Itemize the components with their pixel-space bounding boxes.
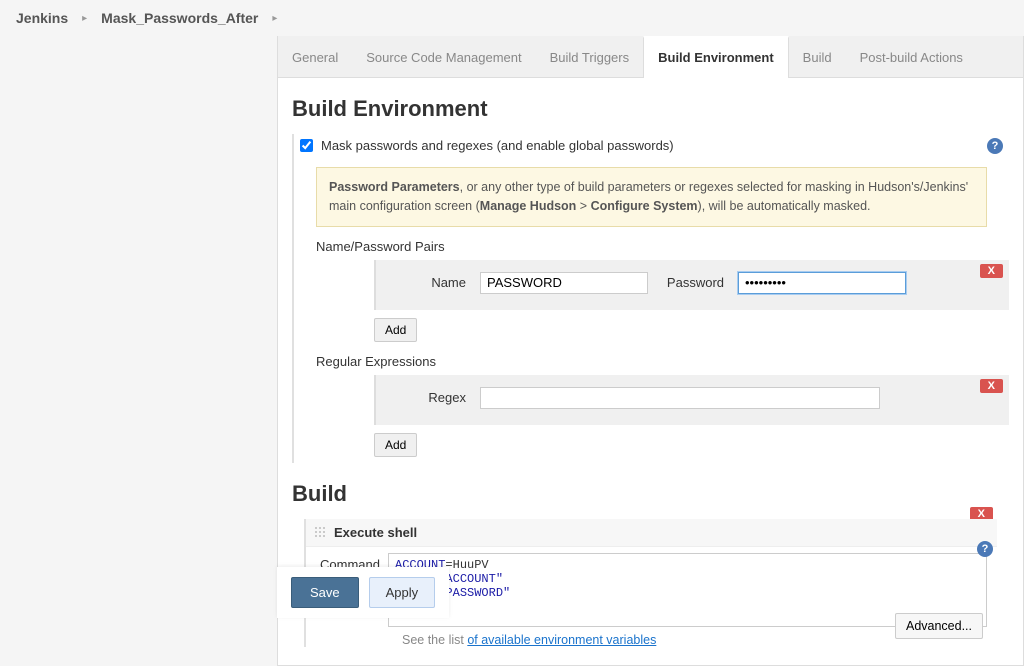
tab-general[interactable]: General [278, 36, 352, 77]
password-field-label: Password [658, 275, 728, 290]
password-input[interactable] [738, 272, 906, 294]
env-vars-link[interactable]: of available environment variables [467, 633, 656, 647]
delete-regex-button[interactable]: X [980, 379, 1003, 393]
help-icon[interactable]: ? [977, 541, 993, 557]
mask-info-box: Password Parameters, or any other type o… [316, 167, 987, 227]
mask-passwords-checkbox[interactable] [300, 139, 313, 152]
build-step-header: Execute shell ? [306, 519, 997, 547]
apply-button[interactable]: Apply [369, 577, 436, 608]
mask-passwords-row: Mask passwords and regexes (and enable g… [294, 134, 1009, 157]
chevron-right-icon: ▸ [272, 13, 277, 24]
delete-pair-button[interactable]: X [980, 264, 1003, 278]
name-field-label: Name [414, 275, 470, 290]
tab-build[interactable]: Build [789, 36, 846, 77]
tab-triggers[interactable]: Build Triggers [536, 36, 643, 77]
name-password-pair: X Name Password [374, 260, 1009, 310]
footer-actions: Save Apply [277, 567, 449, 618]
breadcrumb: Jenkins ▸ Mask_Passwords_After ▸ [0, 0, 1024, 36]
mask-passwords-label: Mask passwords and regexes (and enable g… [321, 138, 674, 153]
help-icon[interactable]: ? [987, 138, 1003, 154]
drag-handle-icon[interactable] [314, 526, 326, 538]
add-pair-button[interactable]: Add [374, 318, 417, 342]
add-regex-button[interactable]: Add [374, 433, 417, 457]
build-step-title: Execute shell [334, 525, 417, 540]
advanced-button[interactable]: Advanced... [895, 613, 983, 639]
chevron-right-icon: ▸ [82, 13, 87, 24]
section-title-build-env: Build Environment [292, 96, 1009, 122]
name-input[interactable] [480, 272, 648, 294]
section-title-build: Build [292, 481, 1009, 507]
tab-build-environment[interactable]: Build Environment [643, 36, 789, 78]
tab-post-build[interactable]: Post-build Actions [846, 36, 977, 77]
regex-pair: X Regex [374, 375, 1009, 425]
regex-field-label: Regex [414, 390, 470, 405]
breadcrumb-job[interactable]: Mask_Passwords_After [101, 10, 258, 26]
breadcrumb-root[interactable]: Jenkins [16, 10, 68, 26]
regex-section-label: Regular Expressions [316, 354, 1009, 369]
config-tabs: General Source Code Management Build Tri… [278, 36, 1023, 78]
regex-input[interactable] [480, 387, 880, 409]
save-button[interactable]: Save [291, 577, 359, 608]
tab-scm[interactable]: Source Code Management [352, 36, 535, 77]
name-password-pairs-label: Name/Password Pairs [316, 239, 1009, 254]
